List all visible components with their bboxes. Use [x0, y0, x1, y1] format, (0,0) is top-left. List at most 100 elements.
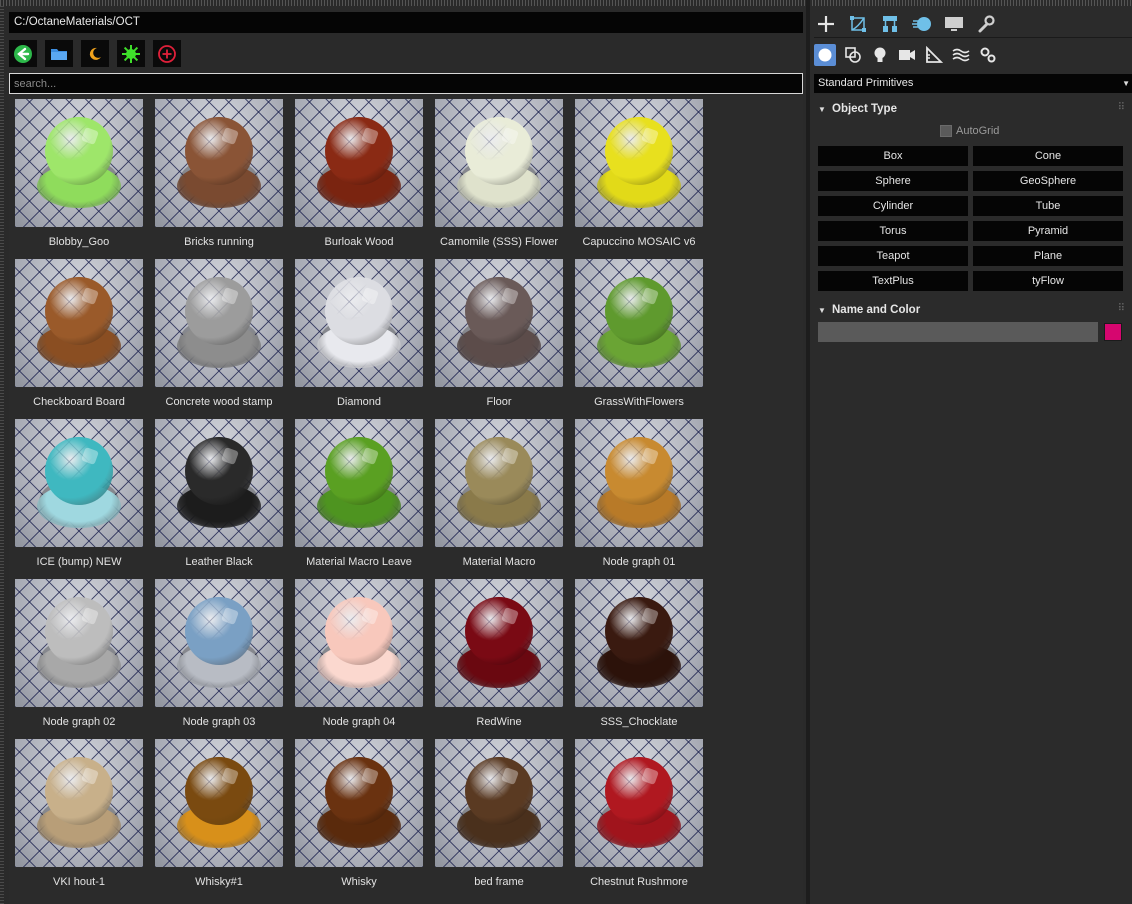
object-button-box[interactable]: Box [818, 146, 968, 166]
material-label: Camomile (SSS) Flower [440, 236, 558, 248]
material-tile[interactable]: Bricks running [155, 99, 283, 259]
material-tile[interactable]: Chestnut Rushmore [575, 739, 703, 899]
back-button[interactable] [9, 40, 37, 67]
material-tile[interactable]: VKI hout-1 [15, 739, 143, 899]
preview-sphere [605, 757, 673, 825]
motion-tab[interactable] [912, 14, 932, 34]
material-thumbnail [15, 259, 143, 387]
geometry-tab[interactable] [814, 44, 836, 66]
material-grid-area[interactable]: Blobby_Goo Bricks running Burloak Wood Camo… [9, 96, 803, 904]
autogrid-option[interactable]: AutoGrid [940, 125, 999, 137]
material-thumbnail [575, 739, 703, 867]
display-tab[interactable] [944, 14, 964, 34]
panel-separator[interactable] [806, 0, 810, 904]
material-tile[interactable]: Node graph 02 [15, 579, 143, 739]
day-mode-button[interactable] [117, 40, 145, 67]
material-tile[interactable]: Node graph 03 [155, 579, 283, 739]
object-color-swatch[interactable] [1104, 323, 1122, 341]
utilities-tab[interactable] [976, 14, 996, 34]
material-tile[interactable]: Node graph 04 [295, 579, 423, 739]
panel-drag-strip[interactable] [0, 0, 806, 6]
material-tile[interactable]: Capuccino MOSAIC v6 [575, 99, 703, 259]
material-tile[interactable]: RedWine [435, 579, 563, 739]
material-label: Whisky#1 [195, 876, 243, 888]
material-tile[interactable]: Whisky#1 [155, 739, 283, 899]
night-mode-button[interactable] [81, 40, 109, 67]
rollout-grip-icon: ⠿ [1117, 102, 1125, 113]
material-label: Node graph 04 [322, 716, 396, 728]
material-thumbnail [15, 579, 143, 707]
modify-icon [850, 15, 866, 32]
material-tile[interactable]: ICE (bump) NEW [15, 419, 143, 579]
material-label: Leather Black [185, 556, 253, 568]
material-tile[interactable]: Material Macro [435, 419, 563, 579]
preview-sphere [45, 277, 113, 345]
create-category-tabs [814, 42, 1132, 68]
material-tile[interactable]: Whisky [295, 739, 423, 899]
object-button-pyramid[interactable]: Pyramid [973, 221, 1123, 241]
material-thumbnail [15, 739, 143, 867]
primitive-type-dropdown[interactable]: Standard Primitives ▼ [814, 74, 1132, 93]
material-thumbnail [155, 99, 283, 227]
material-label: Checkboard Board [33, 396, 125, 408]
object-button-teapot[interactable]: Teapot [818, 246, 968, 266]
material-label: Burloak Wood [324, 236, 394, 248]
panel-drag-strip[interactable] [806, 0, 1132, 6]
name-and-color-rollout[interactable]: ▼ Name and Color ⠿ [818, 301, 1128, 319]
object-button-plane[interactable]: Plane [973, 246, 1123, 266]
primitive-type-value: Standard Primitives [818, 77, 914, 89]
material-tile[interactable]: Concrete wood stamp [155, 259, 283, 419]
add-button[interactable] [153, 40, 181, 67]
object-button-textplus[interactable]: TextPlus [818, 271, 968, 291]
material-tile[interactable]: GrassWithFlowers [575, 259, 703, 419]
material-tile[interactable]: SSS_Chocklate [575, 579, 703, 739]
modify-tab[interactable] [848, 14, 868, 34]
material-label: Whisky [341, 876, 377, 888]
material-tile[interactable]: Checkboard Board [15, 259, 143, 419]
material-tile[interactable]: Material Macro Leave [295, 419, 423, 579]
create-tab[interactable] [816, 14, 836, 34]
material-thumbnail [435, 259, 563, 387]
object-name-field[interactable] [818, 322, 1098, 342]
material-tile[interactable]: Diamond [295, 259, 423, 419]
preview-sphere [465, 117, 533, 185]
path-field[interactable]: C:/OctaneMaterials/OCT [9, 12, 803, 33]
collapse-triangle-icon: ▼ [818, 104, 826, 114]
systems-tab[interactable] [978, 45, 998, 65]
material-tile[interactable]: Burloak Wood [295, 99, 423, 259]
moon-icon [89, 47, 101, 60]
material-tile[interactable]: Leather Black [155, 419, 283, 579]
panel-edge-grip[interactable] [0, 6, 4, 904]
shapes-tab[interactable] [843, 45, 863, 65]
material-thumbnail [435, 579, 563, 707]
object-button-sphere[interactable]: Sphere [818, 171, 968, 191]
material-thumbnail [295, 419, 423, 547]
material-label: Floor [486, 396, 512, 408]
material-label: Chestnut Rushmore [590, 876, 688, 888]
cameras-tab[interactable] [897, 45, 917, 65]
open-folder-button[interactable] [45, 40, 73, 67]
material-label: RedWine [476, 716, 522, 728]
material-tile[interactable]: Camomile (SSS) Flower [435, 99, 563, 259]
object-button-cone[interactable]: Cone [973, 146, 1123, 166]
object-button-tyflow[interactable]: tyFlow [973, 271, 1123, 291]
object-button-torus[interactable]: Torus [818, 221, 968, 241]
object-type-rollout[interactable]: ▼ Object Type ⠿ [818, 100, 1128, 118]
material-tile[interactable]: Node graph 01 [575, 419, 703, 579]
material-tile[interactable]: bed frame [435, 739, 563, 899]
collapse-triangle-icon: ▼ [818, 305, 826, 315]
autogrid-checkbox[interactable] [940, 125, 952, 137]
helpers-tab[interactable] [924, 45, 944, 65]
rollout-grip-icon: ⠿ [1117, 303, 1125, 314]
search-input[interactable] [9, 73, 803, 94]
cameras-icon [899, 50, 915, 60]
lights-tab[interactable] [870, 45, 890, 65]
hierarchy-tab[interactable] [880, 14, 900, 34]
material-tile[interactable]: Blobby_Goo [15, 99, 143, 259]
material-tile[interactable]: Floor [435, 259, 563, 419]
object-button-cylinder[interactable]: Cylinder [818, 196, 968, 216]
object-button-geosphere[interactable]: GeoSphere [973, 171, 1123, 191]
spacewarps-tab[interactable] [951, 45, 971, 65]
spacewarps-icon [952, 48, 970, 62]
object-button-tube[interactable]: Tube [973, 196, 1123, 216]
